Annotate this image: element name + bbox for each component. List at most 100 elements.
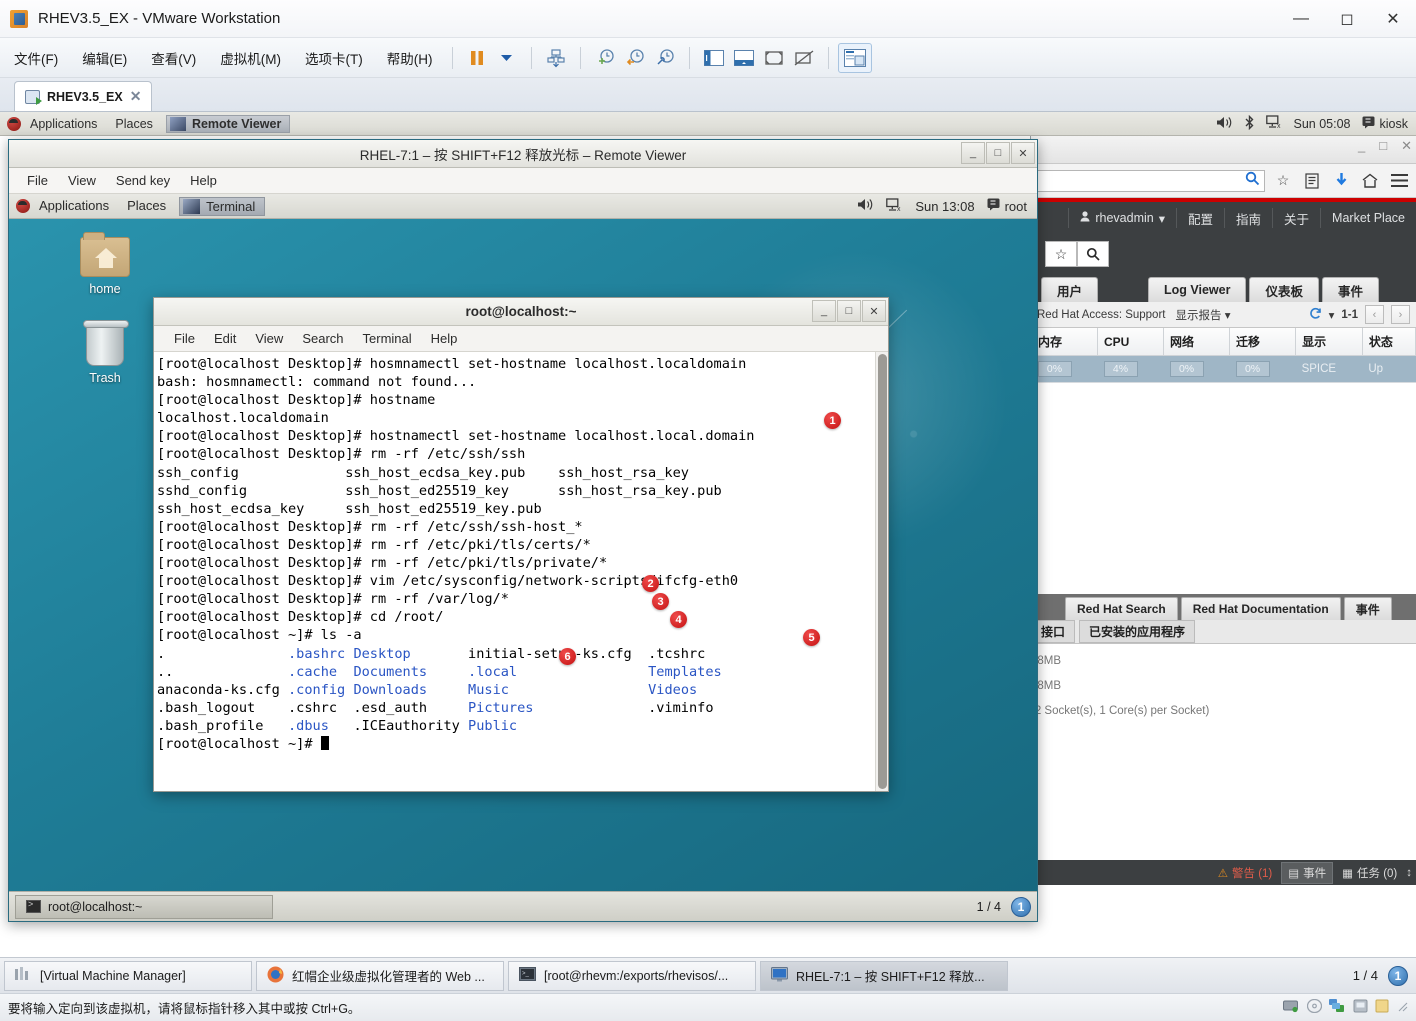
guide-link[interactable]: 指南 [1224, 208, 1272, 228]
guest-window-task-terminal[interactable]: Terminal [179, 196, 266, 216]
chevron-down-icon[interactable]: ▾ [1329, 308, 1335, 322]
cd-drive-icon[interactable] [1306, 998, 1323, 1016]
bluetooth-icon[interactable] [1244, 114, 1255, 133]
col-cpu[interactable]: CPU [1097, 328, 1165, 356]
taskbar-item-rhel7-remote-viewer[interactable]: RHEL-7:1 – 按 SHIFT+F12 释放... [760, 960, 1008, 991]
unity-mode-icon[interactable] [789, 44, 819, 72]
tab-users[interactable]: 用户 [1041, 277, 1099, 302]
network-icon[interactable] [1329, 999, 1346, 1016]
prev-page-button[interactable]: ‹ [1365, 305, 1384, 324]
terminal-scrollbar[interactable] [875, 352, 888, 791]
usb-icon[interactable] [1353, 999, 1368, 1016]
search-icon[interactable] [1077, 241, 1109, 267]
workspace-indicator[interactable]: 1 / 4 [1353, 968, 1378, 983]
network-disconnected-icon[interactable]: x [886, 197, 903, 215]
close-button[interactable]: ✕ [862, 300, 886, 322]
address-bar[interactable] [1037, 169, 1265, 192]
alerts-button[interactable]: ⚠ 警告 (1) [1212, 863, 1279, 883]
redhat-logo-icon[interactable] [7, 116, 21, 131]
col-memory[interactable]: 内存 [1031, 328, 1099, 356]
tasks-button[interactable]: ▦ 任务 (0) [1336, 863, 1403, 883]
maximize-button[interactable]: □ [1379, 138, 1387, 154]
config-link[interactable]: 配置 [1176, 208, 1224, 228]
menu-hamburger-icon[interactable] [1388, 170, 1410, 192]
volume-icon[interactable] [1216, 116, 1233, 132]
bookmark-star-icon[interactable]: ☆ [1045, 241, 1077, 267]
window-resize-grip[interactable] [1396, 1000, 1408, 1015]
terminal-body[interactable]: [root@localhost Desktop]# hosmnamectl se… [154, 352, 888, 791]
tab-log-viewer[interactable]: Log Viewer [1148, 277, 1247, 302]
taskbar-item-rhevm-terminal[interactable]: >_ [root@rhevm:/exports/rhevisos/... [508, 960, 756, 991]
taskbar-item-firefox[interactable]: 红帽企业级虚拟化管理者的 Web ... [256, 960, 504, 991]
menu-view[interactable]: View [60, 171, 104, 190]
clock[interactable]: Sun 05:08 [1294, 117, 1351, 131]
minimize-button[interactable]: _ [961, 142, 985, 164]
places-menu[interactable]: Places [118, 194, 175, 218]
rhev-admin-portal[interactable]: _ □ ✕ ☆ rhevadmin ▾ 配置 指南 关于 Market Plac… [1030, 136, 1416, 885]
col-network[interactable]: 网络 [1163, 328, 1231, 356]
places-menu[interactable]: Places [106, 112, 162, 136]
menu-file[interactable]: 文件(F) [4, 44, 68, 72]
market-place-link[interactable]: Market Place [1320, 208, 1416, 228]
menu-help[interactable]: Help [182, 171, 225, 190]
refresh-icon[interactable] [1309, 307, 1322, 323]
close-icon[interactable]: ✕ [130, 88, 142, 105]
menu-vm[interactable]: 虚拟机(M) [210, 44, 291, 72]
maximize-button[interactable]: □ [986, 142, 1010, 164]
menu-terminal[interactable]: Terminal [355, 329, 420, 348]
minimize-button[interactable]: — [1278, 0, 1324, 38]
host-window-task-remote-viewer[interactable]: Remote Viewer [165, 114, 291, 133]
show-thumbnail-bar-icon[interactable] [729, 44, 759, 72]
next-page-button[interactable]: › [1391, 305, 1410, 324]
reader-icon[interactable] [1301, 170, 1323, 192]
minimize-button[interactable]: _ [1358, 138, 1365, 154]
close-button[interactable]: ✕ [1401, 138, 1412, 154]
snapshot-manager-icon[interactable] [541, 44, 571, 72]
terminal-output[interactable]: [root@localhost Desktop]# hosmnamectl se… [154, 352, 875, 791]
console-view-icon[interactable] [837, 42, 872, 73]
user-menu[interactable]: root [987, 198, 1027, 214]
col-display[interactable]: 显示 [1295, 328, 1363, 356]
workspace-indicator[interactable]: 1 / 4 [977, 900, 1001, 914]
volume-icon[interactable] [858, 198, 874, 214]
resize-grip-icon[interactable] [1375, 999, 1389, 1016]
menu-tabs[interactable]: 选项卡(T) [295, 44, 373, 72]
desktop-icon-home[interactable]: home [59, 232, 151, 296]
maximize-button[interactable]: ◻ [1324, 0, 1370, 38]
clock[interactable]: Sun 13:08 [915, 199, 974, 214]
events-button[interactable]: ▤ 事件 [1281, 861, 1334, 884]
terminal-window[interactable]: root@localhost:~ _ □ ✕ File Edit View Se [153, 297, 889, 792]
show-report-dropdown[interactable]: 显示报告 ▾ [1175, 307, 1230, 323]
menu-file[interactable]: File [166, 329, 203, 348]
download-icon[interactable] [1330, 170, 1352, 192]
workspace-badge[interactable]: 1 [1011, 896, 1031, 917]
remote-viewer-window[interactable]: RHEL-7:1 – 按 SHIFT+F12 释放光标 – Remote Vie… [8, 139, 1038, 922]
menu-help[interactable]: 帮助(H) [377, 44, 443, 72]
desktop-icon-trash[interactable]: Trash [59, 320, 151, 385]
revert-snapshot-icon[interactable] [620, 44, 650, 72]
user-menu[interactable]: kiosk [1362, 116, 1408, 132]
menu-file[interactable]: File [19, 171, 56, 190]
show-sidebar-icon[interactable] [699, 44, 729, 72]
about-link[interactable]: 关于 [1272, 208, 1320, 228]
taskbar-item-vmm[interactable]: [Virtual Machine Manager] [4, 960, 252, 991]
minimize-button[interactable]: _ [812, 300, 836, 322]
fullscreen-icon[interactable] [759, 44, 789, 72]
taskbar-window-terminal[interactable]: root@localhost:~ [15, 894, 273, 919]
take-snapshot-icon[interactable] [590, 44, 620, 72]
close-button[interactable]: ✕ [1370, 0, 1416, 38]
tab-dashboard[interactable]: 仪表板 [1249, 277, 1319, 302]
workspace-badge[interactable]: 1 [1388, 965, 1408, 986]
tab-red-hat-search[interactable]: Red Hat Search [1065, 597, 1178, 620]
tab-events-lower[interactable]: 事件 [1343, 597, 1392, 620]
maximize-button[interactable]: □ [837, 300, 861, 322]
col-status[interactable]: 状态 [1361, 328, 1416, 356]
guest-display[interactable]: Applications Places Terminal x Sun 13:08… [9, 194, 1037, 921]
menu-send-key[interactable]: Send key [108, 171, 178, 190]
menu-help[interactable]: Help [423, 329, 466, 348]
applications-menu[interactable]: Applications [30, 194, 118, 218]
subtab-installed-apps[interactable]: 已安装的应用程序 [1079, 620, 1196, 643]
menu-search[interactable]: Search [294, 329, 351, 348]
tab-events[interactable]: 事件 [1322, 277, 1380, 302]
footer-expander-icon[interactable]: ↕ [1406, 867, 1412, 879]
